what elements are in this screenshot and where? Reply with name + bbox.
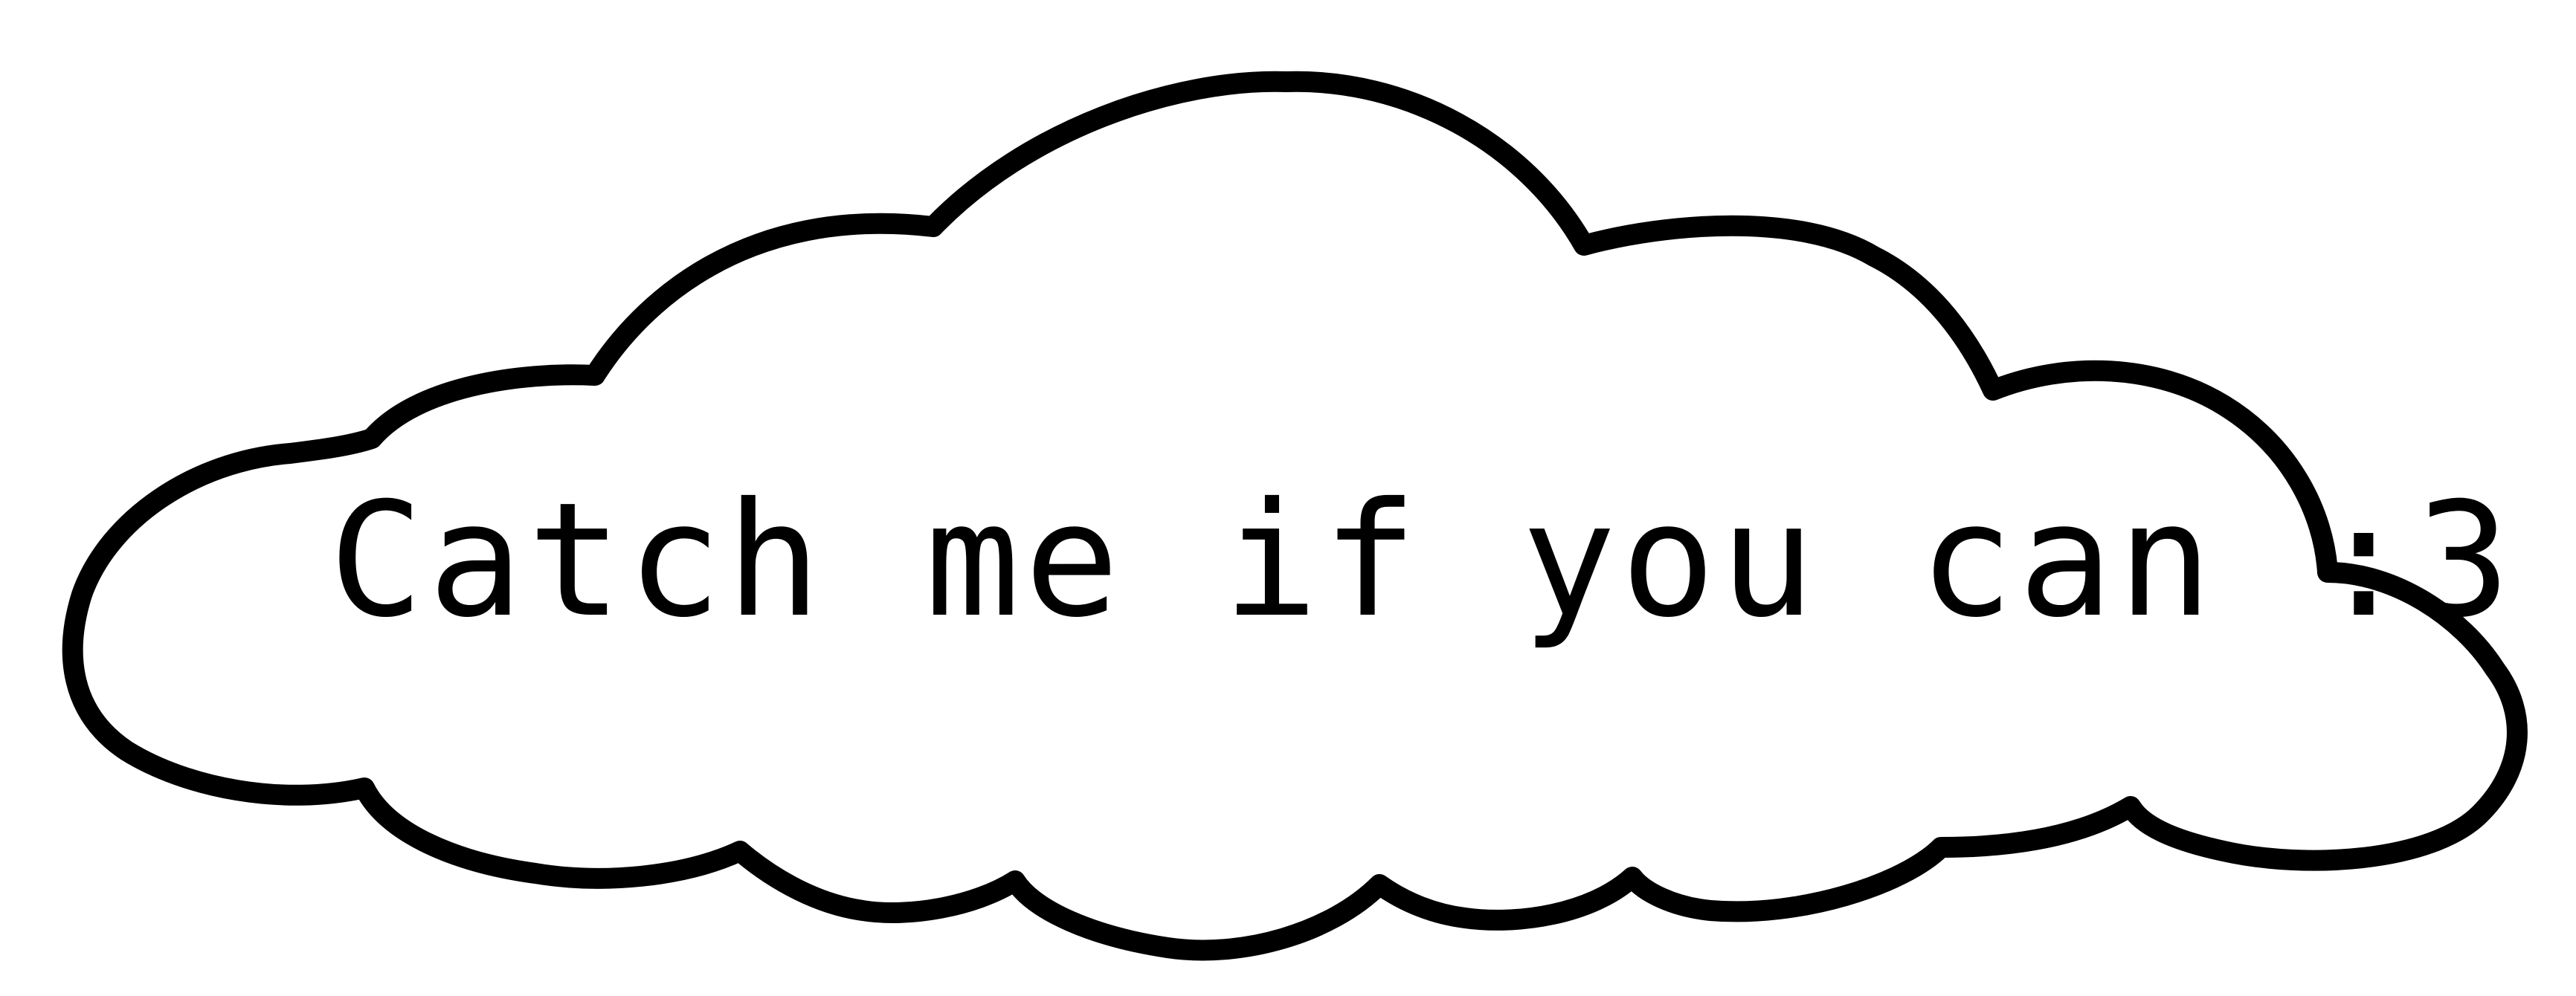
canvas: Catch me if you can :3 xyxy=(0,0,2576,996)
cloud-message: Catch me if you can :3 xyxy=(329,468,2515,652)
